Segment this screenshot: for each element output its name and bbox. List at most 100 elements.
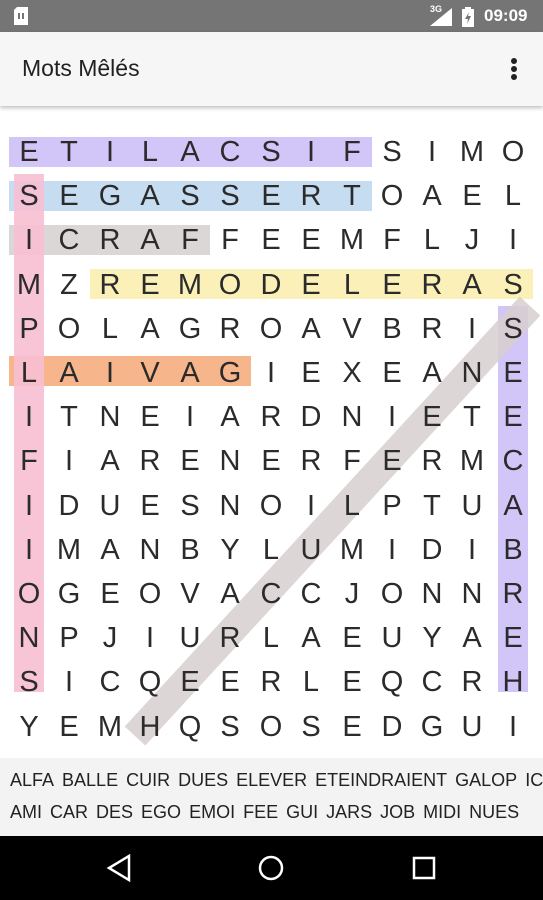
grid-cell[interactable]: A bbox=[170, 351, 210, 395]
grid-cell[interactable]: L bbox=[90, 307, 130, 351]
grid-cell[interactable]: E bbox=[372, 351, 412, 395]
grid-cell[interactable]: G bbox=[170, 307, 210, 351]
grid-cell[interactable]: G bbox=[90, 174, 130, 218]
grid-cell[interactable]: S bbox=[493, 263, 533, 307]
grid-cell[interactable]: A bbox=[291, 616, 331, 660]
grid-cell[interactable]: A bbox=[412, 351, 452, 395]
grid-cell[interactable]: I bbox=[493, 218, 533, 262]
grid-cell[interactable]: I bbox=[9, 395, 49, 439]
grid-cell[interactable]: A bbox=[170, 130, 210, 174]
grid-cell[interactable]: E bbox=[493, 351, 533, 395]
grid-cell[interactable]: B bbox=[170, 528, 210, 572]
grid-cell[interactable]: O bbox=[372, 174, 412, 218]
grid-cell[interactable]: S bbox=[210, 174, 250, 218]
grid-cell[interactable]: O bbox=[372, 572, 412, 616]
grid-cell[interactable]: E bbox=[412, 395, 452, 439]
grid-cell[interactable]: R bbox=[452, 660, 492, 704]
grid-cell[interactable]: L bbox=[291, 660, 331, 704]
grid-cell[interactable]: A bbox=[90, 528, 130, 572]
grid-cell[interactable]: V bbox=[170, 572, 210, 616]
grid-cell[interactable]: S bbox=[210, 705, 250, 749]
grid-cell[interactable]: E bbox=[372, 263, 412, 307]
grid-cell[interactable]: C bbox=[210, 130, 250, 174]
grid-cell[interactable]: E bbox=[291, 263, 331, 307]
grid-cell[interactable]: A bbox=[452, 263, 492, 307]
grid-cell[interactable]: L bbox=[130, 130, 170, 174]
grid-cell[interactable]: N bbox=[90, 395, 130, 439]
grid-cell[interactable]: A bbox=[130, 174, 170, 218]
grid-cell[interactable]: D bbox=[372, 705, 412, 749]
grid-cell[interactable]: Q bbox=[372, 660, 412, 704]
grid-cell[interactable]: M bbox=[49, 528, 89, 572]
grid-cell[interactable]: I bbox=[49, 439, 89, 483]
grid-cell[interactable]: J bbox=[90, 616, 130, 660]
grid-cell[interactable]: A bbox=[412, 174, 452, 218]
grid-cell[interactable]: E bbox=[332, 616, 372, 660]
grid-cell[interactable]: U bbox=[452, 705, 492, 749]
grid-cell[interactable]: F bbox=[210, 218, 250, 262]
grid-cell[interactable]: P bbox=[9, 307, 49, 351]
grid-cell[interactable]: I bbox=[372, 395, 412, 439]
grid-cell[interactable]: X bbox=[332, 351, 372, 395]
grid-cell[interactable]: S bbox=[291, 705, 331, 749]
recents-icon[interactable] bbox=[408, 854, 440, 882]
grid-cell[interactable]: O bbox=[9, 572, 49, 616]
grid-cell[interactable]: C bbox=[412, 660, 452, 704]
home-icon[interactable] bbox=[255, 854, 287, 882]
grid-cell[interactable]: N bbox=[332, 395, 372, 439]
back-icon[interactable] bbox=[103, 854, 135, 882]
grid-cell[interactable]: I bbox=[412, 130, 452, 174]
grid-cell[interactable]: O bbox=[251, 484, 291, 528]
grid-cell[interactable]: C bbox=[90, 660, 130, 704]
grid-cell[interactable]: O bbox=[493, 130, 533, 174]
grid-cell[interactable]: E bbox=[332, 660, 372, 704]
grid-cell[interactable]: O bbox=[130, 572, 170, 616]
grid-cell[interactable]: G bbox=[49, 572, 89, 616]
grid-cell[interactable]: E bbox=[452, 174, 492, 218]
grid-cell[interactable]: R bbox=[90, 218, 130, 262]
grid-cell[interactable]: U bbox=[90, 484, 130, 528]
grid-cell[interactable]: R bbox=[412, 263, 452, 307]
grid-cell[interactable]: J bbox=[452, 218, 492, 262]
grid-cell[interactable]: F bbox=[170, 218, 210, 262]
grid-cell[interactable]: N bbox=[452, 351, 492, 395]
grid-cell[interactable]: D bbox=[412, 528, 452, 572]
grid-cell[interactable]: I bbox=[170, 395, 210, 439]
grid-cell[interactable]: A bbox=[493, 484, 533, 528]
word-search-grid[interactable]: ETILACSIFSIMOSEGASSERTOAELICRAFFEEMFLJIM… bbox=[0, 106, 543, 758]
grid-cell[interactable]: E bbox=[332, 705, 372, 749]
grid-cell[interactable]: R bbox=[90, 263, 130, 307]
grid-cell[interactable]: N bbox=[130, 528, 170, 572]
grid-cell[interactable]: S bbox=[9, 174, 49, 218]
grid-cell[interactable]: E bbox=[493, 616, 533, 660]
grid-cell[interactable]: I bbox=[452, 528, 492, 572]
grid-cell[interactable]: T bbox=[49, 395, 89, 439]
grid-cell[interactable]: L bbox=[493, 174, 533, 218]
grid-cell[interactable]: U bbox=[452, 484, 492, 528]
grid-cell[interactable]: O bbox=[251, 705, 291, 749]
grid-cell[interactable]: H bbox=[493, 660, 533, 704]
grid-cell[interactable]: Z bbox=[49, 263, 89, 307]
grid-cell[interactable]: G bbox=[210, 351, 250, 395]
grid-cell[interactable]: R bbox=[210, 307, 250, 351]
grid-cell[interactable]: T bbox=[49, 130, 89, 174]
grid-cell[interactable]: M bbox=[170, 263, 210, 307]
grid-cell[interactable]: M bbox=[452, 439, 492, 483]
grid-cell[interactable]: S bbox=[251, 130, 291, 174]
grid-cell[interactable]: R bbox=[291, 174, 331, 218]
grid-cell[interactable]: Q bbox=[170, 705, 210, 749]
grid-cell[interactable]: L bbox=[9, 351, 49, 395]
grid-cell[interactable]: I bbox=[493, 705, 533, 749]
grid-cell[interactable]: U bbox=[170, 616, 210, 660]
grid-cell[interactable]: N bbox=[452, 572, 492, 616]
grid-cell[interactable]: I bbox=[372, 528, 412, 572]
grid-cell[interactable]: S bbox=[170, 484, 210, 528]
grid-cell[interactable]: M bbox=[90, 705, 130, 749]
grid-cell[interactable]: E bbox=[251, 439, 291, 483]
grid-cell[interactable]: E bbox=[210, 660, 250, 704]
grid-cell[interactable]: N bbox=[210, 484, 250, 528]
grid-cell[interactable]: L bbox=[332, 484, 372, 528]
grid-cell[interactable]: P bbox=[49, 616, 89, 660]
grid-cell[interactable]: A bbox=[130, 218, 170, 262]
grid-cell[interactable]: S bbox=[493, 307, 533, 351]
